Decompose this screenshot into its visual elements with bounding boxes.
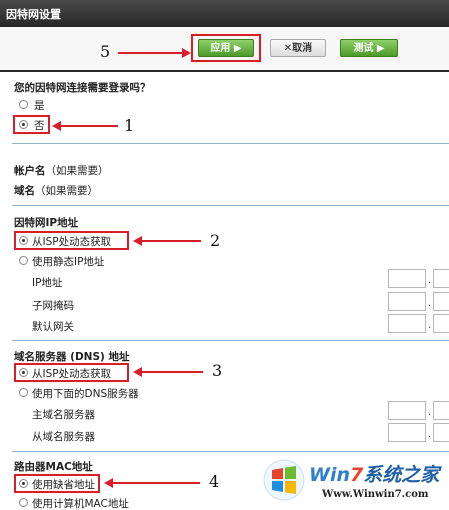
- annotation-number-1: 1: [124, 116, 135, 135]
- ip-section-title: 因特网IP地址: [14, 217, 79, 229]
- radio-mac-computer[interactable]: [19, 498, 28, 507]
- annotation-arrow-3-line: [141, 371, 203, 373]
- secondary-dns-octet-1[interactable]: [388, 423, 426, 442]
- annotation-arrow-2-line: [141, 240, 201, 242]
- section-divider: [12, 340, 449, 341]
- radio-ip-dynamic[interactable]: [19, 236, 28, 245]
- radio-ip-static-label: 使用静态IP地址: [32, 256, 105, 268]
- annotation-number-3: 3: [212, 361, 223, 380]
- secondary-dns-label: 从域名服务器: [32, 431, 95, 443]
- annotation-arrow-1-line: [60, 125, 118, 127]
- radio-dns-dynamic-label: 从ISP处动态获取: [32, 368, 112, 380]
- radio-mac-default[interactable]: [19, 479, 28, 488]
- ip-address-octet-2[interactable]: [433, 269, 449, 288]
- ip-dot: .: [428, 298, 432, 309]
- ip-dot: .: [428, 320, 432, 331]
- subnet-mask-label: 子网掩码: [32, 300, 74, 312]
- secondary-dns-octet-2[interactable]: [433, 423, 449, 442]
- ip-address-octet-1[interactable]: [388, 269, 426, 288]
- radio-dns-manual[interactable]: [19, 388, 28, 397]
- watermark-url: Www.Winwin7.com: [322, 489, 429, 500]
- windows-logo-icon: [263, 459, 305, 501]
- mac-section-title: 路由器MAC地址: [14, 461, 93, 473]
- ip-dot: .: [428, 407, 432, 418]
- radio-login-yes-label: 是: [34, 100, 45, 112]
- default-gateway-octet-1[interactable]: [388, 314, 426, 333]
- radio-mac-default-label: 使用缺省地址: [32, 479, 95, 491]
- ip-dot: .: [428, 429, 432, 440]
- cancel-button[interactable]: ✕取消: [270, 39, 326, 57]
- ip-dot: .: [428, 275, 432, 286]
- radio-dns-manual-label: 使用下面的DNS服务器: [32, 388, 139, 400]
- primary-dns-octet-1[interactable]: [388, 401, 426, 420]
- subnet-mask-octet-1[interactable]: [388, 292, 426, 311]
- toolbar-divider: [0, 70, 449, 72]
- radio-mac-computer-label: 使用计算机MAC地址: [32, 498, 129, 510]
- annotation-arrow-5-line: [118, 52, 183, 54]
- section-divider: [12, 143, 449, 144]
- radio-dns-dynamic[interactable]: [19, 368, 28, 377]
- section-divider: [12, 451, 449, 452]
- test-button[interactable]: 测试 ▶: [340, 39, 398, 57]
- annotation-number-4: 4: [209, 472, 220, 491]
- primary-dns-octet-2[interactable]: [433, 401, 449, 420]
- default-gateway-label: 默认网关: [32, 321, 74, 333]
- watermark-brand: Win7系统之家: [309, 464, 440, 486]
- section-divider: [12, 205, 449, 206]
- annotation-number-5: 5: [100, 42, 111, 61]
- login-question: 您的因特网连接需要登录吗？: [14, 82, 151, 94]
- apply-button[interactable]: 应用 ▶: [198, 39, 254, 57]
- account-name-label: 帐户名（如果需要）: [14, 165, 109, 177]
- annotation-arrow-5-head: [182, 48, 191, 58]
- annotation-arrow-4-line: [112, 482, 200, 484]
- radio-ip-static[interactable]: [19, 256, 28, 265]
- window-title: 因特网设置: [0, 0, 449, 24]
- radio-login-no[interactable]: [19, 120, 28, 129]
- ip-address-label: IP地址: [32, 277, 63, 289]
- domain-name-label: 域名（如果需要）: [14, 185, 98, 197]
- radio-ip-dynamic-label: 从ISP处动态获取: [32, 236, 112, 248]
- default-gateway-octet-2[interactable]: [433, 314, 449, 333]
- radio-login-no-label: 否: [34, 120, 45, 132]
- annotation-number-2: 2: [210, 231, 221, 250]
- radio-login-yes[interactable]: [19, 100, 28, 109]
- primary-dns-label: 主域名服务器: [32, 409, 95, 421]
- dns-section-title: 域名服务器 (DNS) 地址: [14, 351, 130, 363]
- subnet-mask-octet-2[interactable]: [433, 292, 449, 311]
